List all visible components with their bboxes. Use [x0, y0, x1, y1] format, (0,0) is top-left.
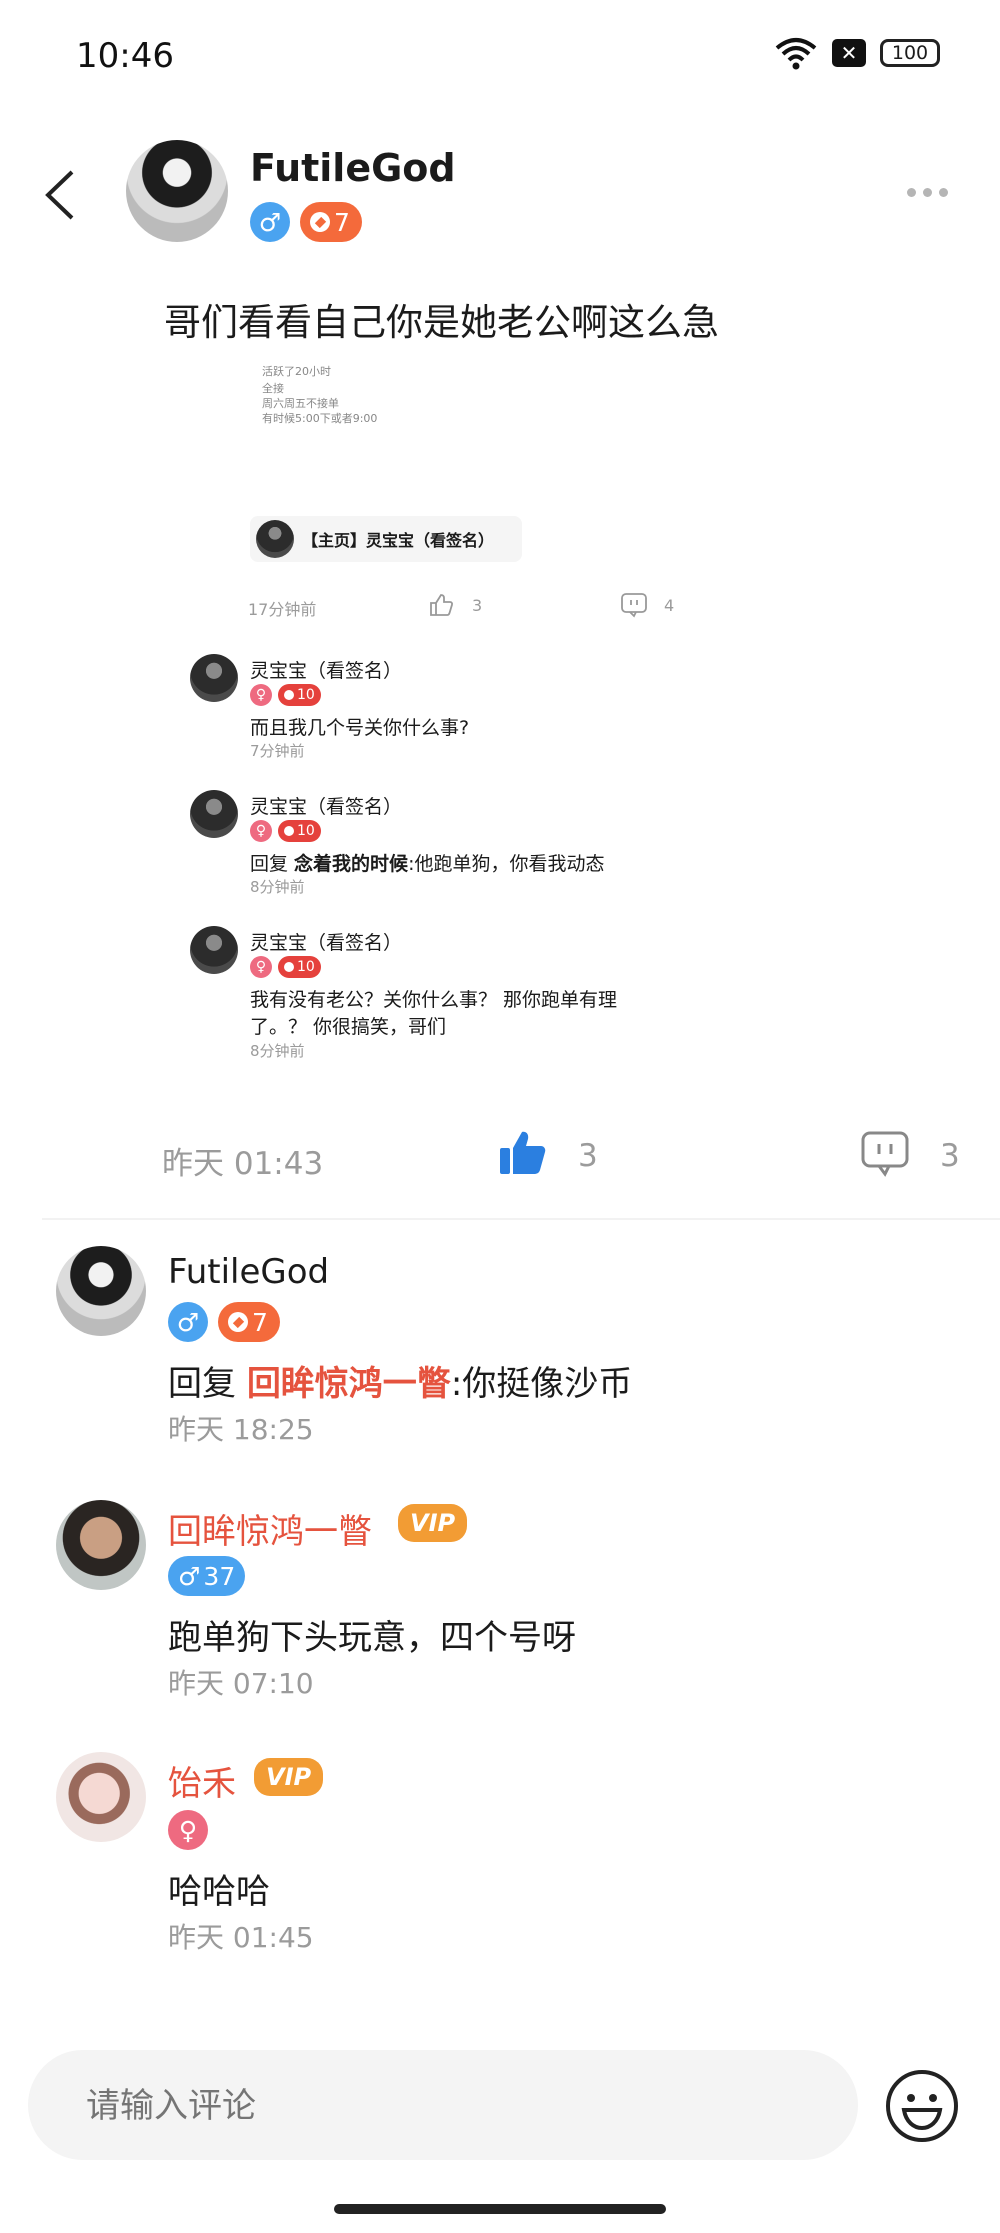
- reply-text: 而且我几个号关你什么事?: [250, 717, 470, 739]
- reply-text: 了。？ 你很搞笑，哥们: [250, 1016, 447, 1038]
- author-badges: ♂ 7: [250, 202, 362, 242]
- female-gender-icon: ♀: [250, 820, 272, 842]
- screenshot-like-count: 3: [472, 596, 483, 615]
- sim-off-icon: ✕: [832, 39, 866, 67]
- male-gender-icon: ♂: [250, 202, 290, 242]
- wifi-icon: [775, 38, 817, 70]
- home-indicator: [334, 2204, 666, 2214]
- avatar: [190, 790, 238, 838]
- comment-time: 昨天 07:10: [168, 1667, 314, 1700]
- commenter-avatar[interactable]: [56, 1752, 146, 1842]
- commenter-avatar[interactable]: [56, 1246, 146, 1336]
- female-gender-icon: ♀: [250, 956, 272, 978]
- post-text: 哥们看看自己你是她老公啊这么急: [164, 301, 719, 344]
- thumbs-up-outline-icon: [430, 594, 454, 616]
- female-gender-icon: ♀: [168, 1810, 208, 1850]
- avatar: [190, 926, 238, 974]
- back-icon[interactable]: [42, 168, 78, 222]
- faded-text-block: 活跃了20小时 全接 周六周五不接单 有时候5:00下或者9:00: [262, 365, 378, 425]
- male-level-badge: ♂ 37: [168, 1556, 246, 1596]
- reply-badges: ♀ 10: [250, 956, 321, 978]
- comment-text: 哈哈哈: [168, 1872, 270, 1912]
- status-time: 10:46: [76, 36, 174, 76]
- reply-text: 我有没有老公？关你什么事？ 那你跑单有理: [250, 989, 618, 1011]
- like-count: 3: [578, 1138, 598, 1174]
- screenshot-time: 17分钟前: [248, 600, 317, 619]
- vip-badge: VIP: [398, 1504, 468, 1542]
- reply-name: 灵宝宝（看签名）: [250, 796, 403, 818]
- level-badge: 10: [278, 684, 321, 706]
- level-badge: 7: [300, 202, 362, 242]
- more-options-icon[interactable]: [907, 188, 948, 197]
- comment-text: 回复 回眸惊鸿一瞥:你挺像沙币: [168, 1364, 633, 1404]
- comment-count: 3: [940, 1138, 960, 1174]
- reply-text: 回复 念着我的时候:他跑单狗，你看我动态: [250, 853, 605, 875]
- comment-input-container: [28, 2050, 858, 2162]
- divider: [42, 1218, 1000, 1220]
- vip-badge: VIP: [254, 1758, 324, 1796]
- reply-time: 7分钟前: [250, 742, 305, 760]
- female-gender-icon: ♀: [250, 684, 272, 706]
- comment-icon[interactable]: [860, 1130, 910, 1178]
- commenter-avatar[interactable]: [56, 1500, 146, 1590]
- comment-input[interactable]: [84, 2050, 848, 2162]
- author-name[interactable]: FutileGod: [250, 146, 456, 190]
- author-avatar[interactable]: [126, 140, 228, 242]
- level-badge: 10: [278, 820, 321, 842]
- commenter-badges: ♂ 7: [168, 1302, 280, 1342]
- comment-time: 昨天 01:45: [168, 1921, 314, 1954]
- thumbs-up-filled-icon[interactable]: [498, 1128, 548, 1178]
- level-badge: 10: [278, 956, 321, 978]
- reply-badges: ♀ 10: [250, 684, 321, 706]
- commenter-name[interactable]: 饴禾: [168, 1756, 236, 1805]
- reply-badges: ♀ 10: [250, 820, 321, 842]
- comment-outline-icon: [621, 593, 647, 618]
- reply-time: 8分钟前: [250, 878, 305, 896]
- avatar: [256, 520, 294, 558]
- reply-name: 灵宝宝（看签名）: [250, 932, 403, 954]
- post-time: 昨天 01:43: [162, 1146, 324, 1182]
- commenter-name[interactable]: 回眸惊鸿一瞥: [168, 1504, 372, 1553]
- screenshot-comment-count: 4: [664, 596, 675, 615]
- profile-link-card: 【主页】灵宝宝（看签名）: [250, 516, 522, 562]
- avatar: [190, 654, 238, 702]
- status-icons: ✕ 100: [774, 36, 940, 70]
- male-gender-icon: ♂: [168, 1302, 208, 1342]
- comment-time: 昨天 18:25: [168, 1413, 314, 1446]
- reply-time: 8分钟前: [250, 1042, 305, 1060]
- commenter-name[interactable]: FutileGod: [168, 1252, 329, 1292]
- reply-name: 灵宝宝（看签名）: [250, 660, 403, 682]
- level-badge: 7: [218, 1302, 280, 1342]
- battery-indicator: 100: [880, 39, 940, 67]
- comment-text: 跑单狗下头玩意，四个号呀: [168, 1618, 576, 1658]
- emoji-icon[interactable]: [884, 2068, 960, 2144]
- male-gender-icon: ♂: [178, 1561, 201, 1591]
